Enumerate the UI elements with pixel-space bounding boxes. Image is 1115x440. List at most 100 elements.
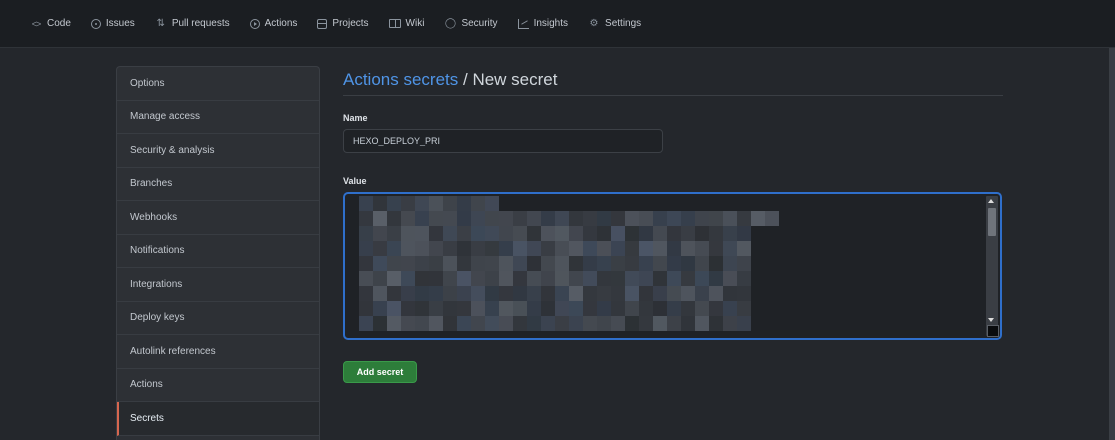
redacted-pixel (527, 286, 541, 301)
pull-request-icon (155, 18, 167, 30)
redacted-pixel (387, 286, 401, 301)
redacted-pixel (499, 256, 513, 271)
menu-item-manage-access[interactable]: Manage access (117, 101, 319, 134)
redacted-pixel (681, 226, 695, 241)
redacted-pixel (513, 271, 527, 286)
add-secret-button[interactable]: Add secret (343, 361, 417, 383)
redacted-pixel (415, 301, 429, 316)
redacted-pixel (373, 301, 387, 316)
redacted-pixel (429, 241, 443, 256)
menu-item-deploy-keys[interactable]: Deploy keys (117, 302, 319, 335)
redacted-pixel (415, 241, 429, 256)
redacted-pixel (597, 256, 611, 271)
redacted-pixel (429, 316, 443, 331)
secret-name-input[interactable] (343, 129, 663, 153)
redacted-pixel (723, 241, 737, 256)
redacted-pixel (387, 226, 401, 241)
redacted-pixel (485, 271, 499, 286)
scroll-down-arrow-icon[interactable] (988, 318, 994, 322)
redacted-pixel (541, 241, 555, 256)
menu-item-actions[interactable]: Actions (117, 369, 319, 402)
redacted-pixel (373, 316, 387, 331)
menu-item-secrets[interactable]: Secrets (117, 402, 319, 436)
redacted-pixel (499, 211, 513, 226)
page-scrollbar[interactable] (1109, 48, 1115, 440)
redacted-pixel (471, 271, 485, 286)
nav-actions[interactable]: Actions (249, 0, 297, 48)
redacted-pixel (667, 301, 681, 316)
redacted-pixel (429, 226, 443, 241)
redacted-pixel (625, 316, 639, 331)
menu-item-label: Actions (130, 379, 163, 391)
redacted-pixel (737, 211, 751, 226)
nav-projects[interactable]: Projects (317, 0, 369, 48)
redacted-pixel (513, 256, 527, 271)
redacted-pixel (401, 196, 415, 211)
redacted-pixel (723, 316, 737, 331)
nav-issues[interactable]: Issues (90, 0, 135, 48)
menu-item-autolink-references[interactable]: Autolink references (117, 335, 319, 369)
menu-item-webhooks[interactable]: Webhooks (117, 201, 319, 235)
nav-pull-requests-label: Pull requests (171, 18, 230, 29)
redacted-pixel (415, 196, 429, 211)
redacted-pixel (443, 286, 457, 301)
redacted-pixel (625, 286, 639, 301)
redacted-pixel (667, 286, 681, 301)
redacted-pixel (597, 271, 611, 286)
redacted-pixel (639, 271, 653, 286)
redacted-pixel (611, 226, 625, 241)
menu-item-integrations[interactable]: Integrations (117, 268, 319, 302)
nav-projects-label: Projects (332, 18, 369, 29)
redacted-pixel (723, 226, 737, 241)
menu-item-label: Branches (130, 178, 173, 190)
redacted-pixel (653, 271, 667, 286)
redacted-pixel (457, 241, 471, 256)
redacted-pixel (401, 286, 415, 301)
redacted-pixel (513, 226, 527, 241)
redacted-pixel (401, 241, 415, 256)
redacted-pixel (765, 211, 779, 226)
nav-wiki[interactable]: Wiki (388, 0, 424, 48)
redacted-pixel (709, 241, 723, 256)
redacted-pixel (443, 301, 457, 316)
secret-value-textarea[interactable] (343, 192, 1002, 340)
redacted-pixel (639, 256, 653, 271)
nav-settings[interactable]: Settings (588, 0, 641, 48)
menu-item-label: Security & analysis (130, 144, 215, 156)
menu-item-notifications[interactable]: Notifications (117, 235, 319, 268)
redacted-pixel (681, 271, 695, 286)
nav-code[interactable]: Code (30, 0, 71, 48)
menu-item-security-analysis[interactable]: Security & analysis (117, 134, 319, 168)
nav-pull-requests[interactable]: Pull requests (155, 0, 230, 48)
menu-item-label: Options (130, 77, 165, 89)
redacted-pixel (737, 316, 751, 331)
repo-nav: Code Issues Pull requests Actions Projec… (0, 0, 1115, 48)
scroll-up-arrow-icon[interactable] (988, 199, 994, 203)
breadcrumb-actions-secrets[interactable]: Actions secrets (343, 70, 458, 89)
menu-item-options[interactable]: Options (117, 67, 319, 101)
menu-item-branches[interactable]: Branches (117, 168, 319, 201)
redacted-pixel (681, 241, 695, 256)
redacted-pixel (583, 316, 597, 331)
redacted-pixel (681, 211, 695, 226)
redacted-pixel (723, 271, 737, 286)
redacted-pixel (597, 211, 611, 226)
redacted-pixel (443, 226, 457, 241)
redacted-pixel (709, 316, 723, 331)
redacted-pixel (667, 241, 681, 256)
redacted-pixel (541, 286, 555, 301)
textarea-scrollbar[interactable] (986, 196, 998, 336)
nav-security[interactable]: Security (444, 0, 497, 48)
resize-handle[interactable] (987, 325, 999, 337)
scroll-thumb[interactable] (988, 208, 996, 236)
nav-insights[interactable]: Insights (517, 0, 568, 48)
redacted-pixel (737, 226, 751, 241)
redacted-pixel (471, 301, 485, 316)
redacted-pixel (499, 226, 513, 241)
redacted-pixel (513, 316, 527, 331)
redacted-pixel (695, 241, 709, 256)
redacted-pixel (541, 256, 555, 271)
redacted-pixel (387, 271, 401, 286)
redacted-pixel (583, 241, 597, 256)
redacted-pixel (737, 241, 751, 256)
